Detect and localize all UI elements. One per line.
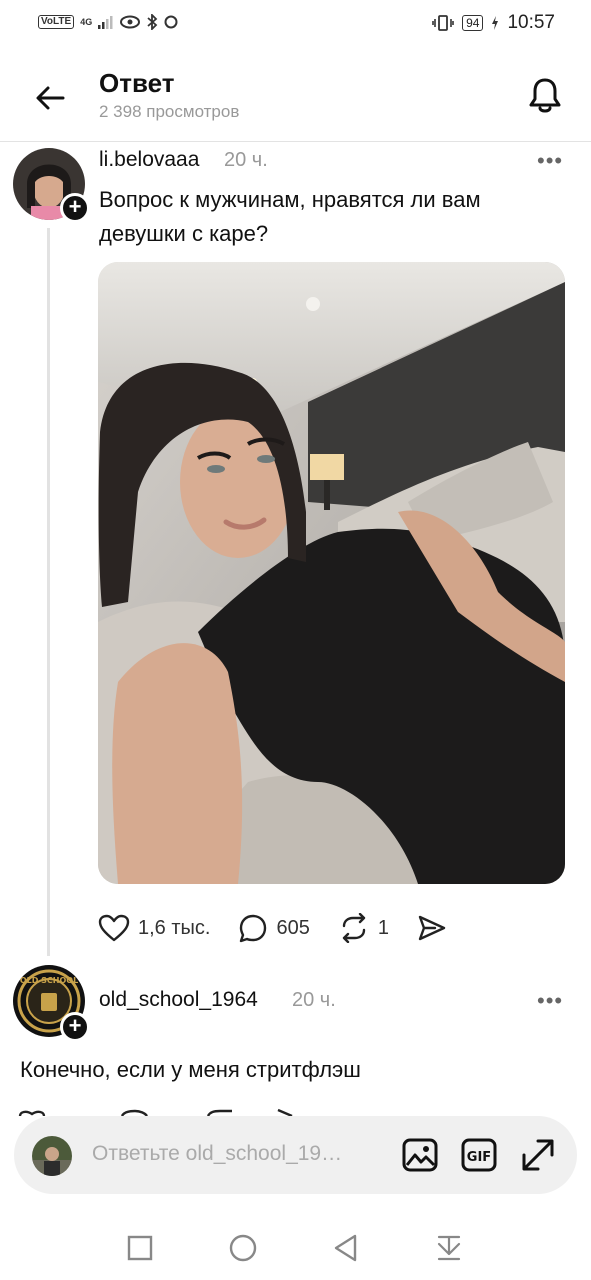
composer-avatar-photo — [32, 1136, 72, 1176]
post-more-icon[interactable]: ••• — [537, 150, 563, 172]
arrow-left-icon — [36, 86, 65, 110]
bluetooth-icon — [147, 14, 158, 30]
reply-input[interactable]: Ответьте old_school_19… — [92, 1142, 392, 1166]
partial-action-icons — [18, 1108, 293, 1116]
status-right: 94 10:57 — [432, 12, 555, 34]
clock: 10:57 — [507, 12, 555, 33]
reply-username[interactable]: old_school_1964 — [99, 988, 258, 1012]
comment-icon — [240, 914, 267, 943]
signal-icon — [98, 16, 113, 29]
post-text: Вопрос к мужчинам, нравятся ли вам девуш… — [99, 187, 481, 246]
post-username[interactable]: li.belovaaa — [99, 148, 199, 172]
home-button[interactable] — [225, 1230, 261, 1266]
chat-bubble-icon — [164, 15, 178, 29]
circle-icon — [229, 1234, 257, 1262]
heart-icon — [98, 914, 130, 942]
composer-avatar — [32, 1136, 72, 1176]
vibrate-icon — [432, 15, 454, 31]
post-actions: 1,6 тыс. 605 1 — [98, 908, 475, 948]
square-icon — [127, 1235, 153, 1261]
reply-text: Конечно, если у меня стритфлэш — [20, 1057, 361, 1082]
gif-button[interactable]: GIF — [459, 1135, 499, 1175]
repost-icon — [342, 913, 366, 943]
reply-time: 20 ч. — [292, 989, 336, 1011]
triangle-back-icon — [334, 1234, 357, 1262]
post-image[interactable] — [98, 262, 565, 884]
post-time: 20 ч. — [224, 149, 268, 171]
comment-count: 605 — [276, 916, 310, 939]
attach-image-button[interactable] — [400, 1135, 440, 1175]
expand-icon — [522, 1139, 554, 1171]
recents-button[interactable] — [122, 1230, 158, 1266]
avatar-logo-text: OLD SCHOOL — [20, 976, 78, 985]
back-button[interactable] — [30, 78, 70, 118]
gif-icon: GIF — [461, 1138, 497, 1172]
app-header: Ответ 2 398 просмотров — [0, 58, 591, 142]
battery-level: 94 — [462, 15, 484, 31]
repost-count: 1 — [377, 916, 389, 939]
system-nav-bar — [0, 1210, 591, 1280]
bell-icon — [529, 78, 561, 113]
send-icon — [418, 915, 446, 941]
like-button[interactable]: 1,6 тыс. — [98, 914, 210, 942]
thread-connector — [47, 228, 50, 956]
system-back-button[interactable] — [328, 1230, 364, 1266]
eye-icon — [120, 15, 141, 29]
reply-more-icon[interactable]: ••• — [537, 990, 563, 1012]
photo-illustration — [98, 262, 565, 884]
like-count: 1,6 тыс. — [138, 916, 211, 939]
svg-text:GIF: GIF — [467, 1150, 491, 1165]
image-icon — [402, 1138, 438, 1172]
reply-composer[interactable]: Ответьте old_school_19… GIF — [14, 1116, 577, 1194]
notification-shade-button[interactable] — [431, 1230, 467, 1266]
charging-icon — [492, 16, 499, 30]
page-title: Ответ — [99, 68, 175, 98]
follow-plus-icon[interactable]: + — [60, 193, 90, 223]
view-count: 2 398 просмотров — [99, 102, 240, 121]
network-type: 4G — [80, 16, 93, 27]
volte-indicator: VoLTE — [38, 15, 75, 29]
status-left: VoLTE 4G — [38, 14, 178, 30]
follow-plus-icon[interactable]: + — [60, 1012, 90, 1042]
reply-actions-partial — [0, 1102, 591, 1116]
share-button[interactable] — [417, 914, 447, 942]
status-bar: VoLTE 4G 94 10:57 — [0, 0, 591, 50]
chevron-down-icon — [437, 1235, 461, 1261]
comment-button[interactable]: 605 — [238, 913, 310, 943]
notifications-button[interactable] — [525, 74, 565, 118]
repost-button[interactable]: 1 — [338, 913, 389, 943]
expand-composer-button[interactable] — [518, 1135, 558, 1175]
